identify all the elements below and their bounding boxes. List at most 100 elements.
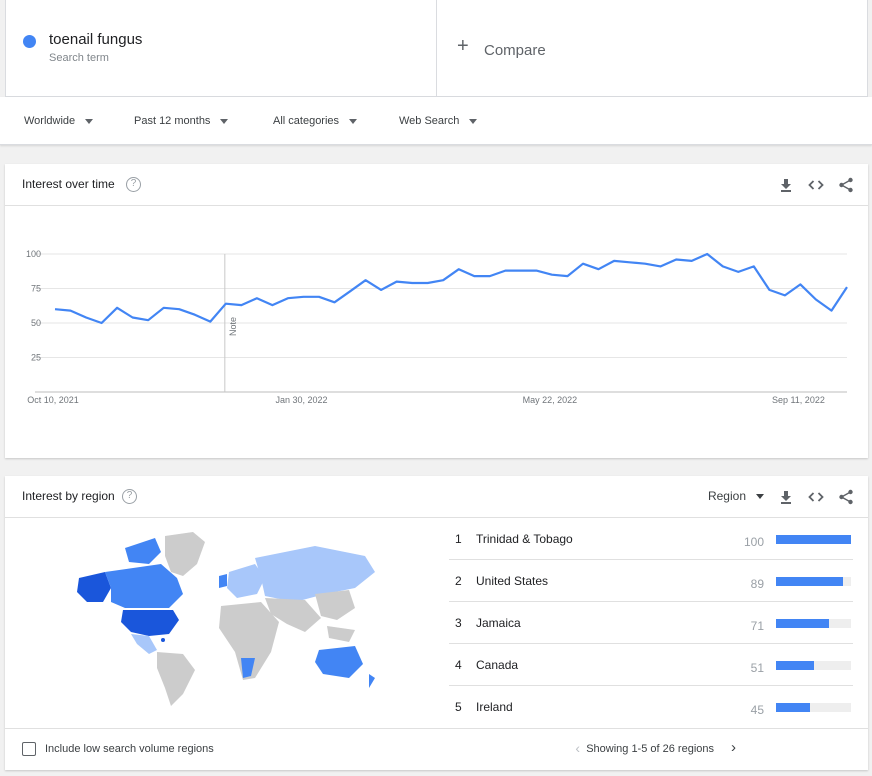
- term-color-dot: [23, 35, 36, 48]
- y-tick-label: 25: [31, 353, 41, 363]
- filter-search-type-label: Web Search: [399, 115, 460, 127]
- y-tick-label: 50: [31, 318, 41, 328]
- card-header: Interest over time ?: [5, 164, 868, 206]
- interest-over-time-chart: 25 50 75 100 Note Oct 10, 2021 Jan 30, 2022 May…: [26, 249, 848, 405]
- region-rank: 3: [455, 616, 462, 630]
- region-name[interactable]: Jamaica: [476, 616, 521, 630]
- resolution-select-label: Region: [707, 489, 746, 503]
- caret-down-icon: [220, 118, 229, 124]
- filter-time-range[interactable]: Past 12 months: [134, 115, 229, 127]
- share-icon[interactable]: [838, 489, 854, 505]
- filter-category-label: All categories: [273, 115, 340, 127]
- compare-label[interactable]: Compare: [484, 42, 546, 59]
- x-tick-label: Oct 10, 2021: [27, 395, 79, 405]
- region-rank: 1: [455, 532, 462, 546]
- filter-bar: Worldwide Past 12 months All categories …: [0, 97, 872, 145]
- search-term-card[interactable]: toenail fungus Search term: [5, 0, 437, 97]
- download-icon[interactable]: [778, 177, 794, 193]
- chevron-right-icon[interactable]: ›: [731, 739, 736, 756]
- compare-card[interactable]: + Compare: [436, 0, 868, 97]
- region-value: 71: [750, 619, 764, 633]
- region-bar-track: [776, 619, 851, 628]
- map-united-states[interactable]: [121, 610, 179, 636]
- region-value: 51: [750, 661, 764, 675]
- filter-category[interactable]: All categories: [273, 115, 358, 127]
- note-label: Note: [228, 317, 238, 336]
- low-volume-checkbox[interactable]: [22, 742, 36, 756]
- region-row[interactable]: 3 Jamaica 71: [449, 602, 853, 644]
- y-tick-label: 75: [31, 284, 41, 294]
- region-rank: 2: [455, 574, 462, 588]
- map-southeast-asia[interactable]: [327, 626, 355, 642]
- map-canada-islands[interactable]: [125, 538, 161, 564]
- region-list: 1 Trinidad & Tobago 100 2 United States …: [449, 518, 853, 728]
- region-row[interactable]: 2 United States 89: [449, 560, 853, 602]
- card-header: Interest by region ? Region: [5, 476, 868, 518]
- y-tick-label: 100: [26, 249, 41, 259]
- chevron-left-icon[interactable]: ‹: [575, 740, 580, 756]
- map-south-america[interactable]: [157, 652, 195, 706]
- share-icon[interactable]: [838, 177, 854, 193]
- caret-down-icon: [756, 493, 764, 499]
- region-value: 100: [743, 535, 764, 549]
- interest-by-region-title: Interest by region: [22, 489, 115, 503]
- map-new-zealand[interactable]: [369, 674, 375, 688]
- x-tick-label: Sep 11, 2022: [772, 395, 825, 405]
- region-bar-track: [776, 535, 851, 544]
- region-name[interactable]: Ireland: [476, 700, 513, 714]
- caret-down-icon: [349, 118, 358, 124]
- region-value: 45: [750, 703, 764, 717]
- download-icon[interactable]: [778, 489, 794, 505]
- map-alaska[interactable]: [77, 572, 111, 602]
- region-row[interactable]: 5 Ireland 45: [449, 686, 853, 728]
- region-bar-fill: [776, 619, 830, 628]
- region-name[interactable]: Canada: [476, 658, 518, 672]
- search-term-name[interactable]: toenail fungus: [49, 31, 142, 48]
- interest-by-region-card: Interest by region ? Region 1 Trinidad &…: [5, 476, 868, 770]
- region-row[interactable]: 4 Canada 51: [449, 644, 853, 686]
- card-actions: [778, 489, 854, 505]
- embed-icon[interactable]: [808, 177, 824, 193]
- card-footer: Include low search volume regions ‹ Show…: [5, 728, 868, 770]
- region-bar-track: [776, 703, 851, 712]
- map-uk-ireland[interactable]: [219, 574, 227, 588]
- filter-time-label: Past 12 months: [134, 115, 211, 127]
- map-caribbean[interactable]: [161, 638, 165, 642]
- x-tick-label: Jan 30, 2022: [275, 395, 327, 405]
- map-mexico[interactable]: [131, 634, 157, 654]
- search-term-bar: toenail fungus Search term + Compare: [0, 0, 872, 97]
- interest-over-time-card: Interest over time ? 25 50 75 100 Note Oct 10…: [5, 164, 868, 458]
- region-bar-fill: [776, 577, 843, 586]
- caret-down-icon: [85, 118, 94, 124]
- interest-over-time-title: Interest over time: [22, 177, 115, 191]
- plus-icon: +: [457, 35, 469, 57]
- pagination-text: Showing 1-5 of 26 regions: [586, 743, 714, 755]
- region-bar-track: [776, 577, 851, 586]
- filter-location[interactable]: Worldwide: [24, 115, 94, 127]
- embed-icon[interactable]: [808, 489, 824, 505]
- resolution-select[interactable]: Region: [708, 489, 764, 503]
- map-australia[interactable]: [315, 646, 363, 678]
- filter-search-type[interactable]: Web Search: [399, 115, 478, 127]
- help-icon[interactable]: ?: [122, 489, 137, 504]
- search-term-subtitle: Search term: [49, 52, 109, 64]
- region-rank: 5: [455, 700, 462, 714]
- region-value: 89: [750, 577, 764, 591]
- region-rank: 4: [455, 658, 462, 672]
- region-bar-fill: [776, 661, 815, 670]
- filter-location-label: Worldwide: [24, 115, 76, 127]
- help-icon[interactable]: ?: [126, 177, 141, 192]
- map-greenland[interactable]: [165, 532, 205, 576]
- caret-down-icon: [469, 118, 478, 124]
- x-tick-label: May 22, 2022: [523, 395, 578, 405]
- map-russia[interactable]: [255, 546, 375, 602]
- world-map[interactable]: [65, 528, 385, 708]
- region-name[interactable]: United States: [476, 574, 548, 588]
- region-bar-track: [776, 661, 851, 670]
- map-east-asia[interactable]: [315, 590, 355, 620]
- low-volume-label[interactable]: Include low search volume regions: [45, 743, 214, 755]
- region-row[interactable]: 1 Trinidad & Tobago 100: [449, 518, 853, 560]
- card-actions: [778, 177, 854, 193]
- region-bar-fill: [776, 703, 810, 712]
- region-name[interactable]: Trinidad & Tobago: [476, 532, 573, 546]
